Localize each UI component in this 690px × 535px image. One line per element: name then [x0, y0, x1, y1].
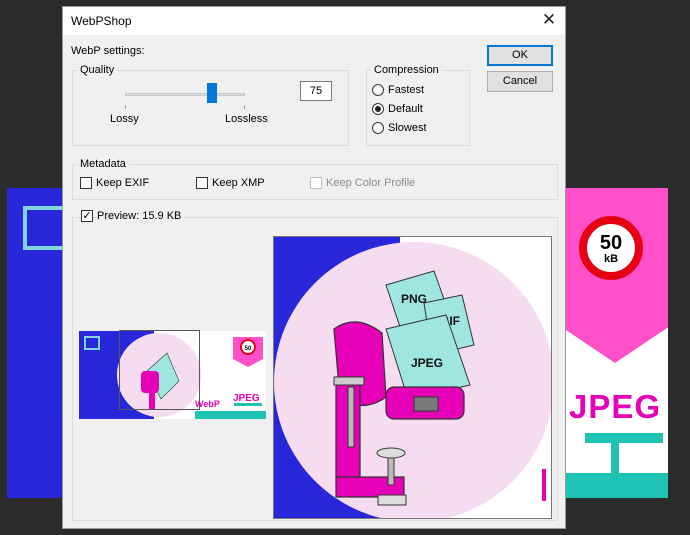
thumb-badge-text: 50 [245, 346, 252, 352]
radio-fastest[interactable] [372, 84, 384, 96]
keep-exif-checkbox[interactable] [80, 177, 92, 189]
fastest-label[interactable]: Fastest [388, 84, 424, 96]
background-table-stem [611, 443, 619, 473]
viewport-rectangle[interactable] [119, 330, 200, 410]
slider-tick [125, 105, 126, 109]
metadata-legend: Metadata [77, 158, 129, 170]
quality-value-input[interactable]: 75 [300, 81, 332, 101]
size-badge-number: 50 [599, 232, 623, 254]
background-format-text: JPEG [569, 388, 662, 425]
cancel-button[interactable]: Cancel [487, 71, 553, 92]
keep-color-profile-label: Keep Color Profile [326, 177, 416, 189]
radio-slowest[interactable] [372, 122, 384, 134]
lossless-label: Lossless [225, 113, 268, 125]
size-badge: 50 kB [579, 216, 643, 280]
close-icon[interactable]: ✕ [537, 9, 561, 33]
compression-legend: Compression [371, 64, 442, 76]
keep-xmp-label[interactable]: Keep XMP [212, 177, 265, 189]
preview-canvas[interactable]: PNG GIF JPEG [273, 236, 552, 519]
keep-exif-label[interactable]: Keep EXIF [96, 177, 149, 189]
preview-artwork: PNG GIF JPEG [274, 237, 551, 518]
slowest-label[interactable]: Slowest [388, 122, 427, 134]
lossy-label: Lossy [110, 113, 139, 125]
jpeg-text: JPEG [411, 356, 443, 370]
keep-color-profile-checkbox [310, 177, 322, 189]
default-label[interactable]: Default [388, 103, 423, 115]
quality-slider-thumb[interactable] [207, 83, 217, 103]
slider-tick [244, 105, 245, 109]
webp-settings-label: WebP settings: [71, 45, 145, 57]
background-pink-arrow [563, 328, 667, 363]
background-table-top [585, 433, 663, 443]
webpshop-dialog: WebPShop ✕ WebP settings: OK Cancel Qual… [62, 6, 566, 529]
title-bar: WebPShop ✕ [63, 7, 565, 35]
thumb-jpeg-text: JPEG [233, 393, 260, 404]
dialog-title: WebPShop [71, 14, 132, 28]
quality-legend: Quality [77, 64, 118, 76]
quality-slider-track[interactable] [125, 93, 245, 96]
ok-button[interactable]: OK [487, 45, 553, 66]
size-badge-unit: kB [603, 253, 619, 265]
preview-label: Preview: 15.9 KB [97, 210, 185, 222]
image-icon [23, 206, 67, 250]
preview-checkbox[interactable]: ✓ [81, 210, 93, 222]
background-table-base [563, 473, 668, 498]
radio-default[interactable] [372, 103, 384, 115]
keep-xmp-checkbox[interactable] [196, 177, 208, 189]
png-text: PNG [401, 292, 427, 306]
